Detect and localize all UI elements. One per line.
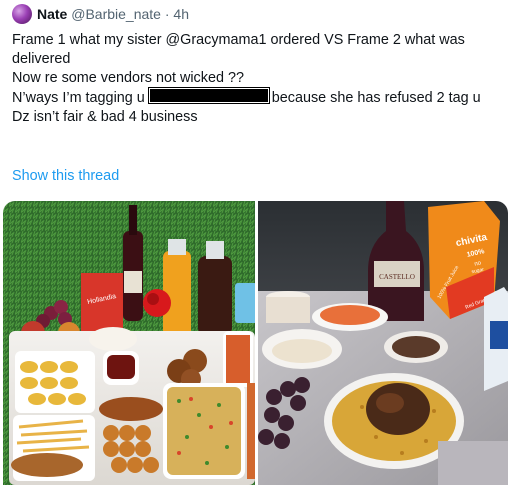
tweet-line-4-start: N’ways I’m tagging u — [12, 90, 145, 106]
dark-juice-bottle — [198, 256, 232, 336]
tweet-header: Nate @Barbie_nate · 4h — [37, 6, 189, 23]
author-handle[interactable]: @Barbie_nate — [71, 6, 161, 22]
media-frame-ordered[interactable]: Hollandia — [3, 201, 255, 485]
tweet-media[interactable]: Hollandia CASTELLO chivita 100% no sugar… — [3, 201, 508, 485]
tweet-line-1: Frame 1 what my sister @Gracymama1 order… — [12, 32, 465, 48]
tweet-line-5: Dz isn’t fair & bad 4 business — [12, 109, 198, 125]
frame-ordered-illustration: Hollandia — [3, 201, 255, 485]
media-frame-delivered[interactable]: CASTELLO chivita 100% no sugar 100% Frui… — [258, 201, 508, 485]
show-thread-link[interactable]: Show this thread — [12, 168, 119, 184]
tweet-line-4-end: because she has refused 2 tag u — [271, 90, 481, 106]
tweet-line-4: N’ways I’m tagging u because she has ref… — [12, 87, 502, 108]
tweet-time[interactable]: 4h — [173, 6, 189, 22]
avatar[interactable] — [12, 4, 32, 24]
tweet-line-2: delivered — [12, 51, 71, 67]
grilled-fish — [11, 453, 83, 477]
frame-delivered-illustration: CASTELLO chivita 100% no sugar 100% Frui… — [258, 201, 508, 485]
redacted-mention — [147, 87, 270, 104]
separator-dot: · — [164, 6, 170, 22]
tweet-line-3: Now re some vendors not wicked ?? — [12, 70, 244, 86]
wine-label: CASTELLO — [379, 273, 415, 281]
tweet-text: Frame 1 what my sister @Gracymama1 order… — [12, 31, 502, 127]
author-name[interactable]: Nate — [37, 6, 67, 22]
grilled-chicken — [99, 397, 163, 421]
